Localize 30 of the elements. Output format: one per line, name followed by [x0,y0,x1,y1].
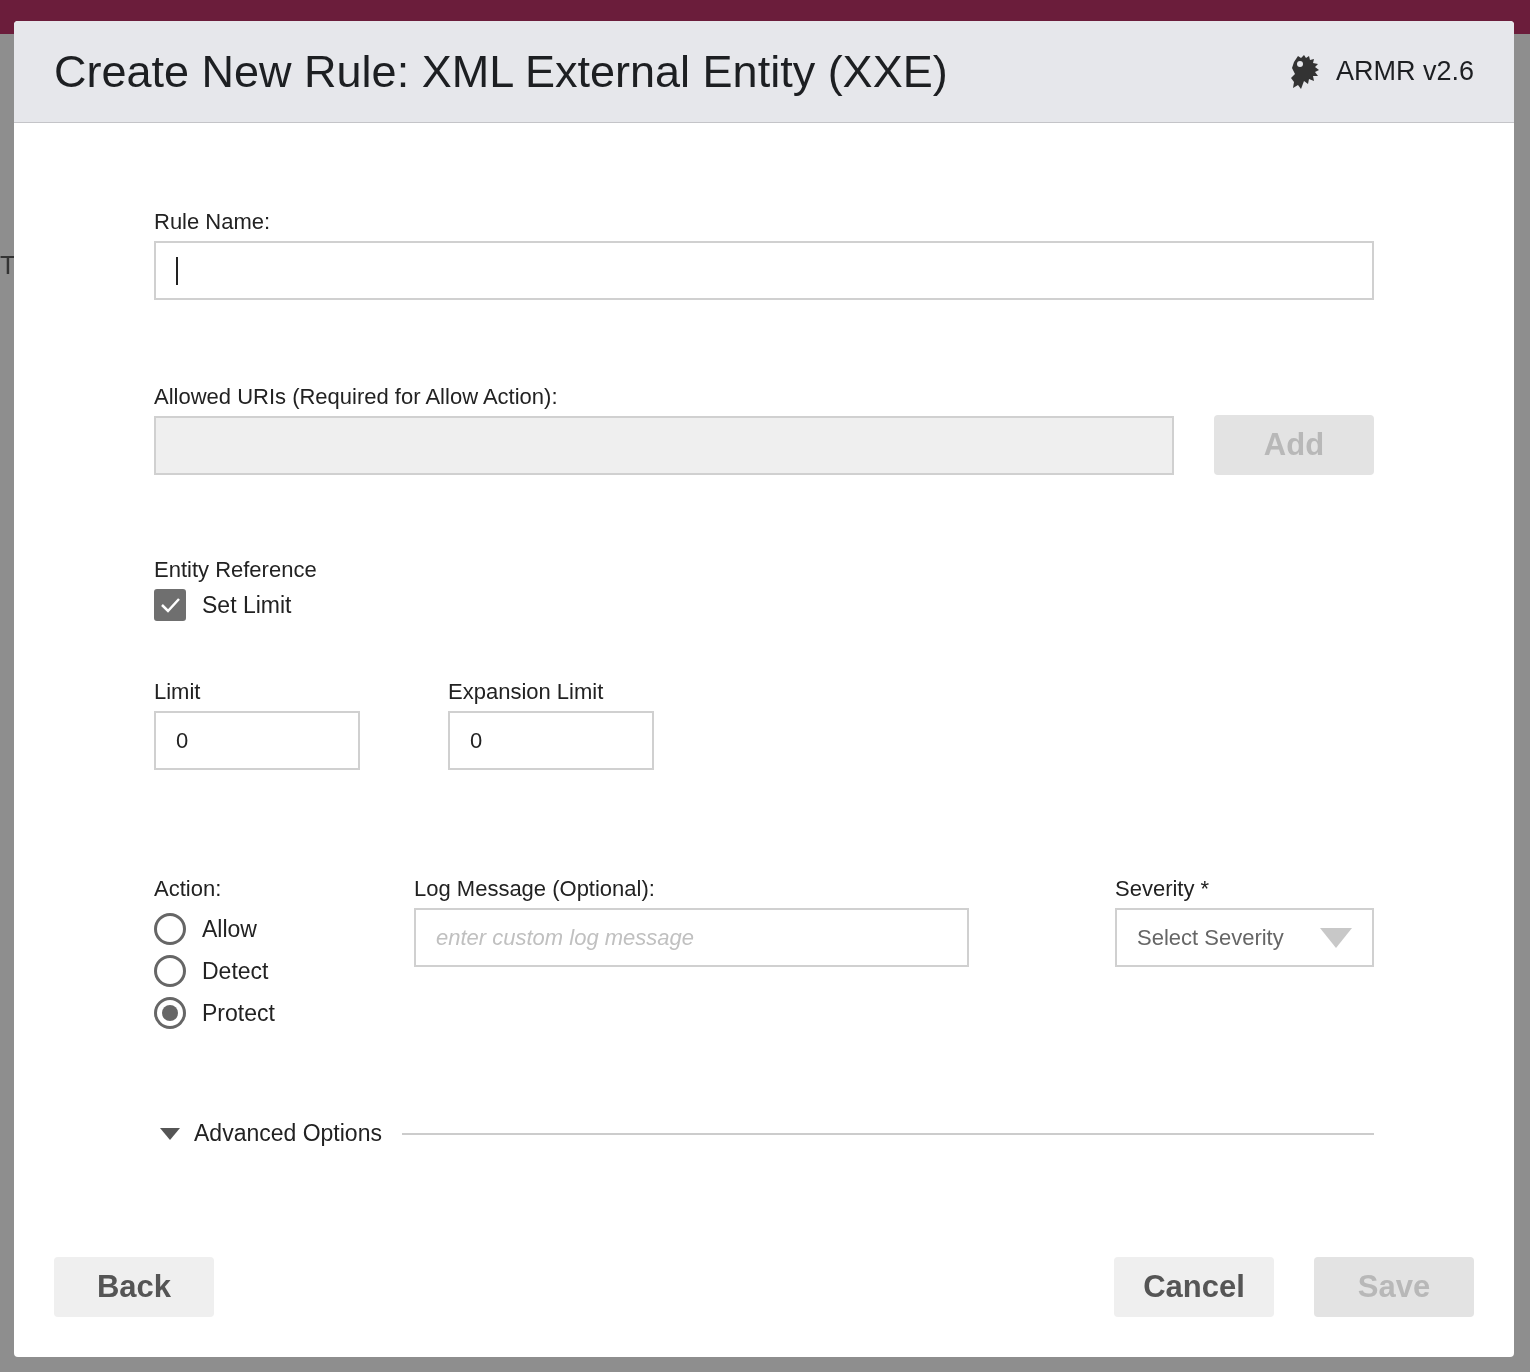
checkbox-label: Set Limit [202,591,292,619]
radio-label: Protect [202,999,275,1027]
background-text: T [0,250,16,281]
number-field[interactable]: 0 [448,711,654,770]
footer-button[interactable]: Back [54,1257,214,1317]
field-label: Severity * [1115,875,1211,903]
radio-label: Allow [202,915,257,943]
field-label: Expansion Limit [448,678,605,706]
advanced-options-toggle[interactable]: Advanced Options [154,1120,382,1147]
field-label: Allowed URIs (Required for Allow Action): [154,383,559,411]
footer-button[interactable]: Cancel [1114,1257,1274,1317]
dropdown-arrow-icon [1320,927,1352,948]
version-label: ARMR v2.6 [1335,56,1474,87]
radio-label: Detect [202,957,269,985]
dialog-title: Create New Rule: XML External Entity (XXE) [54,45,948,98]
rule-name-field[interactable] [154,241,1374,300]
log-message-field[interactable]: enter custom log message [414,908,969,967]
logo-icon [1289,53,1320,90]
number-field[interactable]: 0 [154,711,360,770]
radio-button[interactable] [154,997,186,1029]
checkbox[interactable] [154,589,186,621]
severity-dropdown[interactable]: Select Severity [1115,908,1374,967]
section-heading: Entity Reference [154,556,318,584]
field-label: Action: [154,875,223,903]
field-label: Rule Name: [154,208,272,236]
radio-button[interactable] [154,913,186,945]
field-label: Limit [154,678,202,706]
caret-icon [160,1127,180,1140]
radio-button[interactable] [154,955,186,987]
field-label: Log Message (Optional): [414,875,656,903]
